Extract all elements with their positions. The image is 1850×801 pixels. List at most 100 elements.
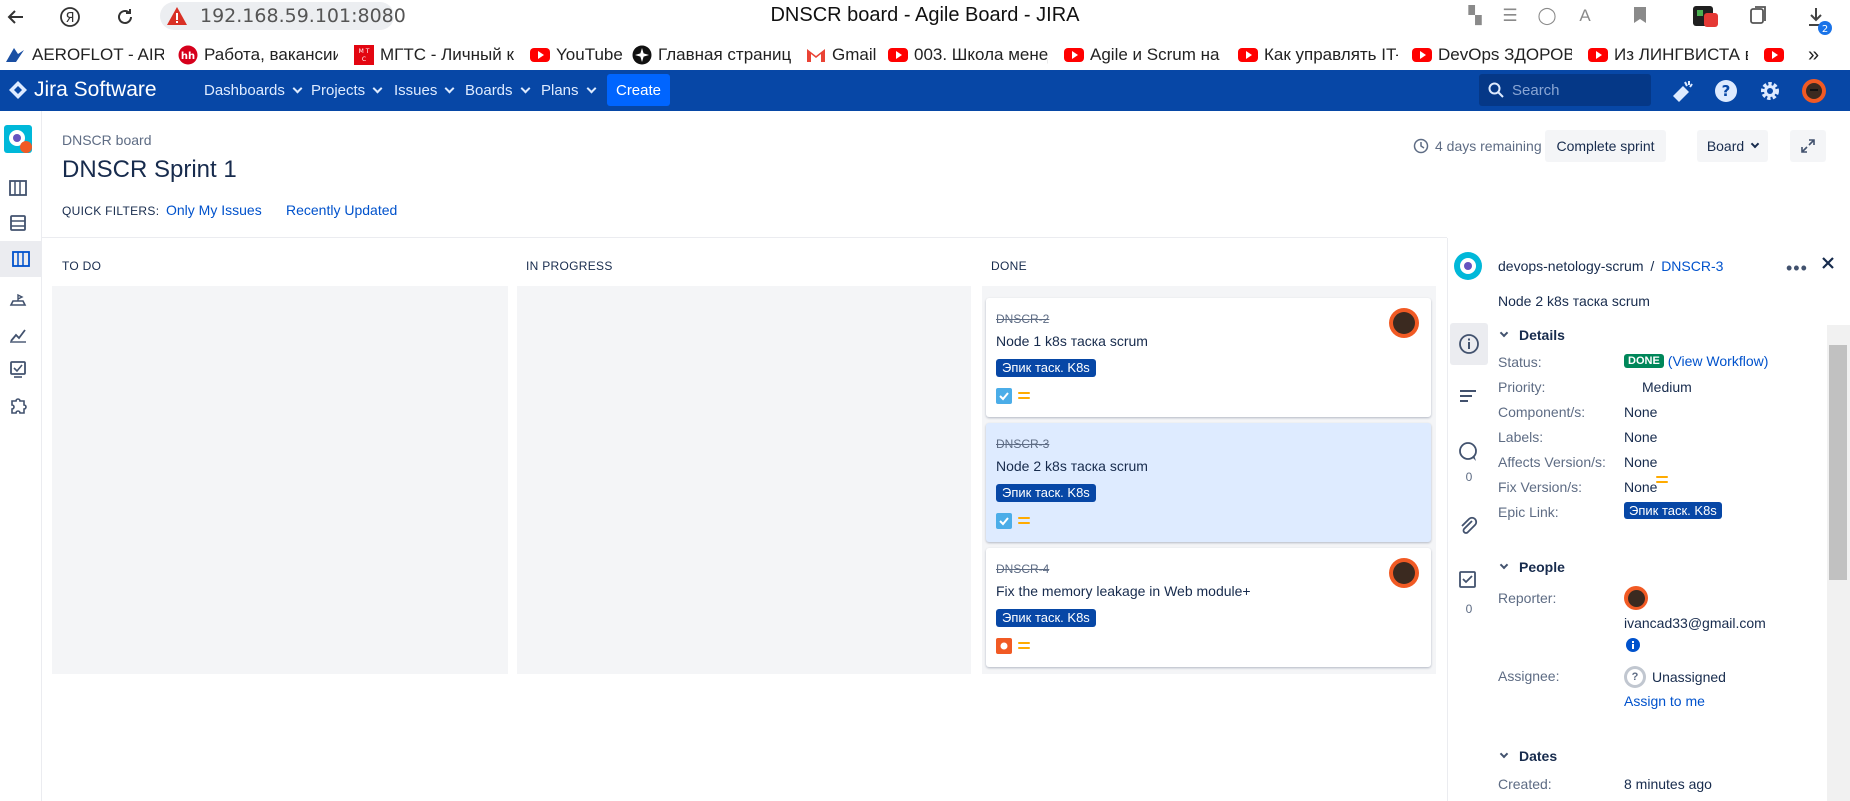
more-actions-icon[interactable]: •••	[1786, 258, 1808, 279]
bookmark-devops[interactable]: DevOps ЗДОРОВС	[1412, 43, 1572, 67]
bookmark-school[interactable]: 003. Школа менед	[888, 43, 1048, 67]
issue-card-selected[interactable]: DNSCR-3 Node 2 k8s таска scrum Эпик таск…	[986, 423, 1431, 542]
people-section-toggle[interactable]: People	[1498, 559, 1565, 575]
youtube-icon	[1764, 48, 1784, 62]
downloads-icon[interactable]: 2	[1806, 6, 1832, 36]
comments-icon[interactable]	[1452, 436, 1484, 468]
chevron-down-icon	[372, 83, 383, 94]
bookmark-hh[interactable]: hh Работа, вакансии,	[178, 43, 338, 67]
detail-scrollbar-thumb[interactable]	[1829, 345, 1847, 580]
checklist-count: 0	[1465, 602, 1473, 616]
view-workflow-link[interactable]: (View Workflow)	[1668, 353, 1769, 369]
task-type-icon	[996, 388, 1012, 404]
bookmark-youtube-extra[interactable]	[1764, 43, 1788, 67]
breadcrumb[interactable]: DNSCR board	[62, 132, 151, 148]
reload-icon[interactable]	[113, 5, 137, 29]
bookmark-icon[interactable]	[1630, 6, 1650, 26]
issue-key[interactable]: DNSCR-3	[996, 437, 1049, 451]
url-text[interactable]: 192.168.59.101:8080	[200, 5, 406, 27]
quick-filters-label: QUICK FILTERS:	[62, 204, 160, 218]
column-todo[interactable]	[52, 286, 508, 674]
collections-icon[interactable]	[1748, 6, 1768, 26]
security-warning-icon[interactable]	[166, 5, 188, 27]
reporter-info-icon[interactable]	[1626, 638, 1640, 657]
help-icon[interactable]: ?	[1713, 78, 1739, 104]
issue-key[interactable]: DNSCR-2	[996, 312, 1049, 326]
yandex-icon[interactable]: Я	[58, 5, 82, 29]
description-icon[interactable]	[1452, 380, 1484, 412]
search-input[interactable]: Search	[1479, 74, 1651, 106]
reports-icon[interactable]	[4, 321, 32, 349]
issue-key[interactable]: DNSCR-4	[996, 562, 1049, 576]
close-icon[interactable]	[1821, 256, 1835, 275]
nav-projects[interactable]: Projects	[311, 82, 383, 99]
bookmark-agile[interactable]: Agile и Scrum на п	[1064, 43, 1224, 67]
assignee-avatar[interactable]	[1389, 558, 1419, 588]
detail-issue-key-link[interactable]: DNSCR-3	[1661, 258, 1723, 274]
issues-icon[interactable]	[4, 355, 32, 383]
settings-gear-icon[interactable]	[1757, 78, 1783, 104]
issue-card[interactable]: DNSCR-2 Node 1 k8s таска scrum Эпик таск…	[986, 298, 1431, 417]
addons-puzzle-icon[interactable]	[4, 391, 32, 419]
reporter-label: Reporter:	[1498, 590, 1557, 606]
board-icon[interactable]	[0, 241, 42, 277]
nav-dashboards[interactable]: Dashboards	[204, 82, 303, 99]
quick-filter-only-my-issues[interactable]: Only My Issues	[166, 202, 262, 218]
affects-version-label: Affects Version/s:	[1498, 454, 1606, 470]
bookmark-mgts[interactable]: M TC МГТС - Личный к	[354, 43, 514, 67]
create-button[interactable]: Create	[607, 74, 670, 106]
project-avatar-small[interactable]	[1452, 250, 1484, 282]
bookmark-gmail[interactable]: Gmail	[806, 43, 896, 67]
assign-to-me-link[interactable]: Assign to me	[1624, 693, 1705, 709]
address-bar[interactable]: 192.168.59.101:8080	[160, 2, 406, 30]
read-aloud-icon[interactable]: A	[1575, 6, 1595, 26]
reader-icon[interactable]: ☰	[1500, 6, 1520, 26]
nav-plans[interactable]: Plans	[541, 82, 596, 99]
nav-issues[interactable]: Issues	[394, 82, 455, 99]
epic-link-badge[interactable]: Эпик таск. K8s	[1624, 502, 1722, 519]
chevron-down-icon	[1499, 560, 1509, 570]
releases-icon[interactable]	[4, 287, 32, 315]
issue-card[interactable]: DNSCR-4 Fix the memory leakage in Web mo…	[986, 548, 1431, 667]
complete-sprint-button[interactable]: Complete sprint	[1545, 130, 1666, 162]
bookmarks-overflow[interactable]: »	[1808, 43, 1828, 67]
fix-version-value: None	[1624, 479, 1658, 495]
column-in-progress[interactable]	[517, 286, 971, 674]
assignee-avatar[interactable]	[1389, 308, 1419, 338]
attachment-icon[interactable]	[1452, 510, 1484, 542]
details-info-icon[interactable]	[1450, 323, 1488, 365]
fullscreen-button[interactable]	[1790, 130, 1826, 162]
backlog-icon[interactable]	[4, 174, 32, 202]
detail-panel-nav: 0 0	[1447, 238, 1489, 801]
checklist-icon[interactable]	[1452, 564, 1484, 596]
quick-filter-recently-updated[interactable]: Recently Updated	[286, 202, 397, 218]
detail-project-link[interactable]: devops-netology-scrum	[1498, 258, 1644, 274]
epic-label: Эпик таск. K8s	[996, 484, 1096, 502]
reporter-avatar[interactable]	[1624, 586, 1648, 610]
page-title: DNSCR Sprint 1	[62, 156, 237, 183]
bookmark-it[interactable]: Как управлять IT-	[1238, 43, 1398, 67]
translate-icon[interactable]: ▚	[1465, 6, 1485, 26]
bookmark-youtube[interactable]: YouTube	[530, 43, 630, 67]
details-section-toggle[interactable]: Details	[1498, 327, 1565, 343]
reporter-value[interactable]: ivancad33@gmail.com	[1624, 615, 1766, 631]
fix-version-label: Fix Version/s:	[1498, 479, 1583, 495]
bookmark-aeroflot[interactable]: AEROFLOT - AIRBU	[4, 43, 164, 67]
youtube-icon	[888, 48, 908, 62]
bookmark-linguist[interactable]: Из ЛИНГВИСТА в	[1588, 43, 1748, 67]
extension-icon[interactable]	[1692, 3, 1720, 29]
chevron-down-icon	[520, 83, 530, 94]
project-avatar[interactable]	[4, 125, 32, 153]
chevron-down-icon	[1750, 139, 1760, 149]
dates-section-toggle[interactable]: Dates	[1498, 748, 1557, 764]
back-icon[interactable]	[4, 5, 28, 29]
notifications-icon[interactable]	[1669, 78, 1695, 104]
jira-logo[interactable]: Jira Software	[8, 78, 157, 102]
list-icon[interactable]	[4, 209, 32, 237]
unassigned-avatar-icon: ?	[1624, 666, 1646, 688]
board-menu-button[interactable]: Board	[1697, 130, 1768, 162]
nav-boards[interactable]: Boards	[465, 82, 530, 99]
user-avatar[interactable]	[1801, 78, 1827, 104]
bookmark-home[interactable]: Главная страница	[632, 43, 792, 67]
chat-icon[interactable]: ◯	[1537, 6, 1557, 26]
